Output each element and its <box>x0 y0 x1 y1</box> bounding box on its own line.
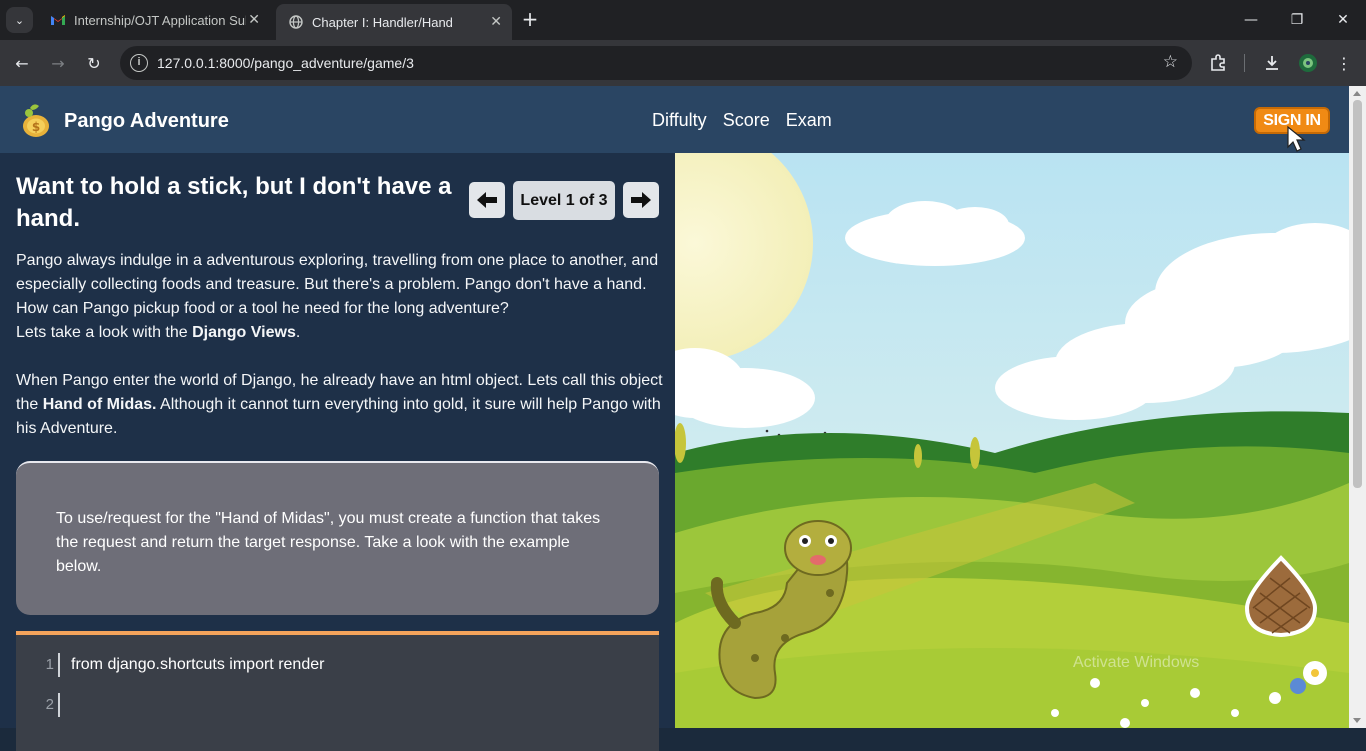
scroll-up-icon[interactable] <box>1353 91 1361 96</box>
address-bar[interactable]: i 127.0.0.1:8000/pango_adventure/game/3 … <box>120 46 1192 80</box>
pango-logo-icon[interactable]: $ <box>20 102 54 138</box>
extensions-icon[interactable] <box>1204 49 1232 77</box>
gutter-bar <box>58 653 60 677</box>
url-text[interactable]: 127.0.0.1:8000/pango_adventure/game/3 <box>157 55 414 71</box>
globe-icon <box>288 14 304 30</box>
django-views-term: Django Views <box>192 324 296 341</box>
code-line[interactable]: 1 from django.shortcuts import render <box>16 653 659 677</box>
arrow-left-icon <box>477 192 497 208</box>
hand-of-midas-term: Hand of Midas. <box>42 396 157 413</box>
close-tab-icon[interactable]: ✕ <box>490 14 502 30</box>
restore-icon[interactable]: ❐ <box>1274 0 1320 40</box>
browser-tab-strip: ⌄ Internship/OJT Application Sub ✕ Chapt… <box>0 0 1366 40</box>
mouse-cursor-icon <box>1287 125 1306 152</box>
code-text[interactable]: from django.shortcuts import render <box>71 653 324 677</box>
gmail-icon <box>50 12 66 28</box>
tab-chapter[interactable]: Chapter I: Handler/Hand ✕ <box>276 4 512 40</box>
intro-lead: Lets take a look with the <box>16 324 193 341</box>
text-cursor <box>58 693 60 717</box>
level-indicator: Level 1 of 3 <box>513 181 615 220</box>
nav-score[interactable]: Score <box>723 110 770 131</box>
code-line[interactable]: 2 <box>16 693 659 717</box>
toolbar-divider <box>1244 54 1245 72</box>
download-icon[interactable] <box>1258 49 1286 77</box>
lesson-heading: Want to hold a stick, but I don't have a… <box>16 173 452 232</box>
line-number: 2 <box>45 696 54 713</box>
nav-difficulty[interactable]: Diffulty <box>652 110 707 131</box>
midas-paragraph: When Pango enter the world of Django, he… <box>16 369 664 441</box>
game-scene <box>675 153 1349 728</box>
tab-title: Internship/OJT Application Sub <box>74 12 246 28</box>
site-info-icon[interactable]: i <box>130 54 148 72</box>
intro-text: Pango always indulge in a adventurous ex… <box>16 252 659 317</box>
intro-paragraph: Pango always indulge in a adventurous ex… <box>16 249 664 345</box>
brand-title[interactable]: Pango Adventure <box>64 110 229 133</box>
tab-internship[interactable]: Internship/OJT Application Sub ✕ <box>38 4 270 36</box>
browser-toolbar: ← → ↻ i 127.0.0.1:8000/pango_adventure/g… <box>0 40 1366 86</box>
page-scrollbar[interactable] <box>1349 86 1366 728</box>
instruction-text: To use/request for the "Hand of Midas", … <box>56 510 601 575</box>
activate-windows-watermark: Activate Windows <box>1073 654 1200 671</box>
line-number: 1 <box>45 656 54 673</box>
reload-icon[interactable]: ↻ <box>80 49 108 77</box>
tab-search-button[interactable]: ⌄ <box>6 7 33 33</box>
profile-avatar-icon[interactable] <box>1294 49 1322 77</box>
close-tab-icon[interactable]: ✕ <box>248 12 260 28</box>
next-level-button[interactable] <box>623 182 659 218</box>
lesson-panel: Want to hold a stick, but I don't have a… <box>0 153 675 751</box>
meadow-illustration <box>675 153 1349 728</box>
forward-icon[interactable]: → <box>44 49 72 77</box>
nav-exam[interactable]: Exam <box>786 110 832 131</box>
tab-title: Chapter I: Handler/Hand <box>312 14 453 30</box>
previous-level-button[interactable] <box>469 182 505 218</box>
svg-text:$: $ <box>32 120 40 134</box>
main-nav: Diffulty Score Exam <box>652 110 832 131</box>
intro-end: . <box>295 324 301 341</box>
scrollbar-thumb[interactable] <box>1353 100 1362 488</box>
site-header: $ Pango Adventure Diffulty Score Exam SI… <box>0 86 1349 153</box>
new-tab-icon[interactable]: + <box>518 8 542 32</box>
minimize-icon[interactable]: — <box>1228 0 1274 40</box>
scroll-down-icon[interactable] <box>1353 718 1361 723</box>
arrow-right-icon <box>631 192 651 208</box>
instruction-card: To use/request for the "Hand of Midas", … <box>16 461 659 615</box>
menu-kebab-icon[interactable]: ⋮ <box>1330 49 1358 77</box>
bookmark-star-icon[interactable]: ☆ <box>1163 52 1178 72</box>
code-editor[interactable]: 1 from django.shortcuts import render 2 <box>16 631 659 751</box>
close-window-icon[interactable]: ✕ <box>1320 0 1366 40</box>
back-icon[interactable]: ← <box>8 49 36 77</box>
